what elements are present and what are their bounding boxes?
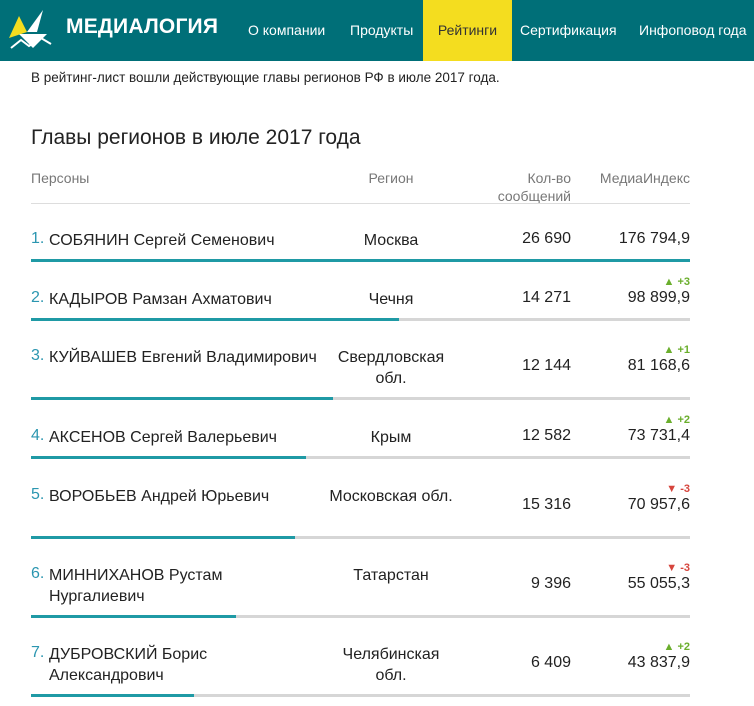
media-index-bar-fill xyxy=(31,615,236,618)
message-count: 26 690 xyxy=(522,230,571,247)
media-index-bar-fill xyxy=(31,397,334,400)
region-name: Крым xyxy=(370,429,412,446)
media-index-bar xyxy=(31,456,690,459)
column-header-media-index: МедиаИндекс xyxy=(599,170,690,186)
header-divider xyxy=(31,203,690,204)
media-index-bar xyxy=(31,536,690,539)
media-index-bar xyxy=(31,397,690,400)
media-index-value: 73 731,4 xyxy=(627,427,690,444)
person-name[interactable]: СОБЯНИН Сергей Семенович xyxy=(49,230,319,251)
media-index-bar xyxy=(31,694,690,697)
rank-change-up-badge: ▲ +3 xyxy=(663,276,691,288)
column-header-messages: Кол-во сообщений xyxy=(497,170,571,204)
media-index-bar xyxy=(31,259,690,262)
rank-change-up-badge: ▲ +2 xyxy=(663,641,691,653)
media-index-value: 43 837,9 xyxy=(627,654,690,671)
media-index-bar-fill xyxy=(31,694,195,697)
media-index-bar-fill xyxy=(31,536,296,539)
region-name: Татарстан xyxy=(353,567,429,584)
person-name[interactable]: АКСЕНОВ Сергей Валерьевич xyxy=(49,427,319,448)
page-title: Главы регионов в июле 2017 года xyxy=(31,126,361,149)
nav-ratings[interactable]: Рейтинги xyxy=(423,0,512,61)
nav-about[interactable]: О компании xyxy=(248,0,325,61)
region-name: Чечня xyxy=(368,291,414,308)
message-count: 12 144 xyxy=(522,357,571,374)
region-name: Челябинская обл. xyxy=(342,646,440,684)
message-count: 12 582 xyxy=(522,427,571,444)
rank-number: 7. xyxy=(31,644,45,661)
medialogia-logo-icon[interactable] xyxy=(7,8,55,52)
media-index-bar-fill xyxy=(31,259,690,262)
media-index-bar-fill xyxy=(31,318,400,321)
rank-number: 4. xyxy=(31,427,45,444)
person-name[interactable]: ДУБРОВСКИЙ Борис Александрович xyxy=(49,644,319,686)
media-index-bar xyxy=(31,318,690,321)
intro-text: В рейтинг-лист вошли действующие главы р… xyxy=(31,70,500,85)
message-count: 15 316 xyxy=(522,496,571,513)
top-navigation-bar: МЕДИАЛОГИЯ О компании Продукты Рейтинги … xyxy=(0,0,754,61)
media-index-value: 55 055,3 xyxy=(627,575,690,592)
region-name: Москва xyxy=(363,232,419,249)
message-count: 14 271 xyxy=(522,289,571,306)
message-count: 9 396 xyxy=(530,575,571,592)
region-name: Московская обл. xyxy=(329,488,453,505)
logo-text[interactable]: МЕДИАЛОГИЯ xyxy=(66,15,218,39)
rank-change-down-badge: ▼ -3 xyxy=(666,562,690,574)
column-header-persons: Персоны xyxy=(31,170,90,186)
media-index-value: 98 899,9 xyxy=(627,289,690,306)
rank-number: 6. xyxy=(31,565,45,582)
message-count: 6 409 xyxy=(530,654,571,671)
rank-number: 1. xyxy=(31,230,45,247)
rank-change-up-badge: ▲ +2 xyxy=(663,414,691,426)
nav-certification[interactable]: Сертификация xyxy=(520,0,617,61)
rank-number: 5. xyxy=(31,486,45,503)
rank-number: 3. xyxy=(31,347,45,364)
column-header-region: Регион xyxy=(368,170,414,186)
region-name: Свердловская обл. xyxy=(337,349,445,387)
nav-products[interactable]: Продукты xyxy=(350,0,413,61)
media-index-value: 176 794,9 xyxy=(618,230,690,247)
person-name[interactable]: КУЙВАШЕВ Евгений Владимирович xyxy=(49,347,319,368)
nav-newsmaker-of-year[interactable]: Инфоповод года xyxy=(639,0,747,61)
person-name[interactable]: МИННИХАНОВ Рустам Нургалиевич xyxy=(49,565,319,607)
media-index-value: 70 957,6 xyxy=(627,496,690,513)
rank-change-up-badge: ▲ +1 xyxy=(663,344,691,356)
person-name[interactable]: КАДЫРОВ Рамзан Ахматович xyxy=(49,289,319,310)
rank-number: 2. xyxy=(31,289,45,306)
media-index-value: 81 168,6 xyxy=(627,357,690,374)
media-index-bar-fill xyxy=(31,456,306,459)
media-index-bar xyxy=(31,615,690,618)
person-name[interactable]: ВОРОБЬЕВ Андрей Юрьевич xyxy=(49,486,319,507)
rank-change-down-badge: ▼ -3 xyxy=(666,483,690,495)
